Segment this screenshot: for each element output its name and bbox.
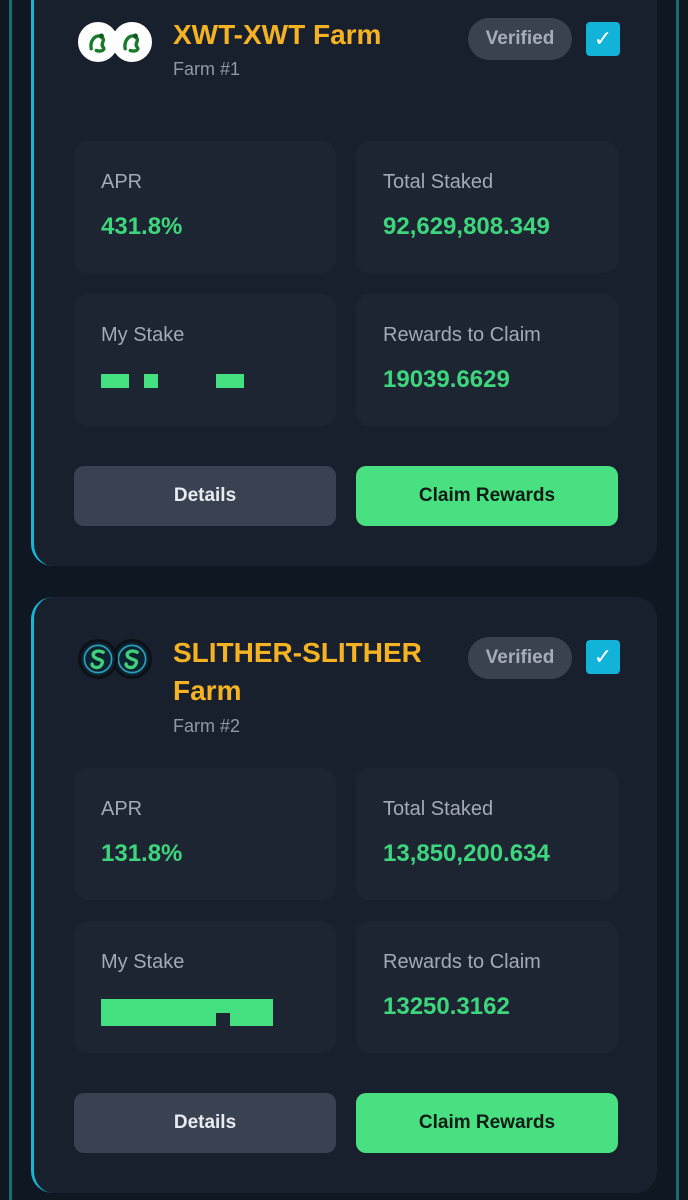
farm-subtitle: Farm #2 xyxy=(173,716,241,736)
right-border xyxy=(676,0,679,1200)
rewards-stat: Rewards to Claim 13250.3162 xyxy=(356,921,618,1053)
apr-label: APR xyxy=(101,171,143,193)
farms-page: XWT-XWT Farm Farm #1 Verified ✓ APR 431.… xyxy=(0,0,688,1200)
verified-badge: Verified xyxy=(468,18,572,60)
farm-title: SLITHER-SLITHER Farm xyxy=(173,637,422,706)
green-snake-token-icon xyxy=(78,639,118,679)
redacted-stake-value xyxy=(101,372,301,402)
rewards-stat: Rewards to Claim 19039.6629 xyxy=(356,294,618,426)
farm-subtitle: Farm #1 xyxy=(173,59,241,79)
verified-badge: Verified xyxy=(468,637,572,679)
total-staked-value: 92,629,808.349 xyxy=(383,213,550,240)
apr-label: APR xyxy=(101,798,143,820)
total-staked-stat: Total Staked 92,629,808.349 xyxy=(356,141,618,273)
green-snake-token-icon xyxy=(112,639,152,679)
farm-title: XWT-XWT Farm xyxy=(173,19,382,50)
apr-value: 131.8% xyxy=(101,840,183,867)
my-stake-stat: My Stake xyxy=(74,294,336,426)
green-dragon-token-icon xyxy=(112,22,152,62)
token-pair-logos xyxy=(78,639,154,683)
check-icon[interactable]: ✓ xyxy=(586,640,620,674)
claim-rewards-button[interactable]: Claim Rewards xyxy=(356,1093,618,1153)
rewards-label: Rewards to Claim xyxy=(383,324,541,346)
my-stake-label: My Stake xyxy=(101,951,185,973)
details-button[interactable]: Details xyxy=(74,1093,336,1153)
rewards-value: 13250.3162 xyxy=(383,993,510,1020)
apr-stat: APR 131.8% xyxy=(74,768,336,900)
my-stake-stat: My Stake xyxy=(74,921,336,1053)
check-icon[interactable]: ✓ xyxy=(586,22,620,56)
rewards-value: 19039.6629 xyxy=(383,366,510,393)
total-staked-label: Total Staked xyxy=(383,171,494,193)
details-button[interactable]: Details xyxy=(74,466,336,526)
left-border xyxy=(9,0,12,1200)
total-staked-value: 13,850,200.634 xyxy=(383,840,550,867)
total-staked-label: Total Staked xyxy=(383,798,494,820)
farm-card: SLITHER-SLITHER Farm Farm #2 Verified ✓ … xyxy=(31,597,657,1193)
apr-value: 431.8% xyxy=(101,213,183,240)
my-stake-label: My Stake xyxy=(101,324,185,346)
farm-card: XWT-XWT Farm Farm #1 Verified ✓ APR 431.… xyxy=(31,0,657,566)
total-staked-stat: Total Staked 13,850,200.634 xyxy=(356,768,618,900)
rewards-label: Rewards to Claim xyxy=(383,951,541,973)
token-pair-logos xyxy=(78,22,154,66)
redacted-stake-value xyxy=(101,999,301,1029)
green-dragon-token-icon xyxy=(78,22,118,62)
claim-rewards-button[interactable]: Claim Rewards xyxy=(356,466,618,526)
apr-stat: APR 431.8% xyxy=(74,141,336,273)
